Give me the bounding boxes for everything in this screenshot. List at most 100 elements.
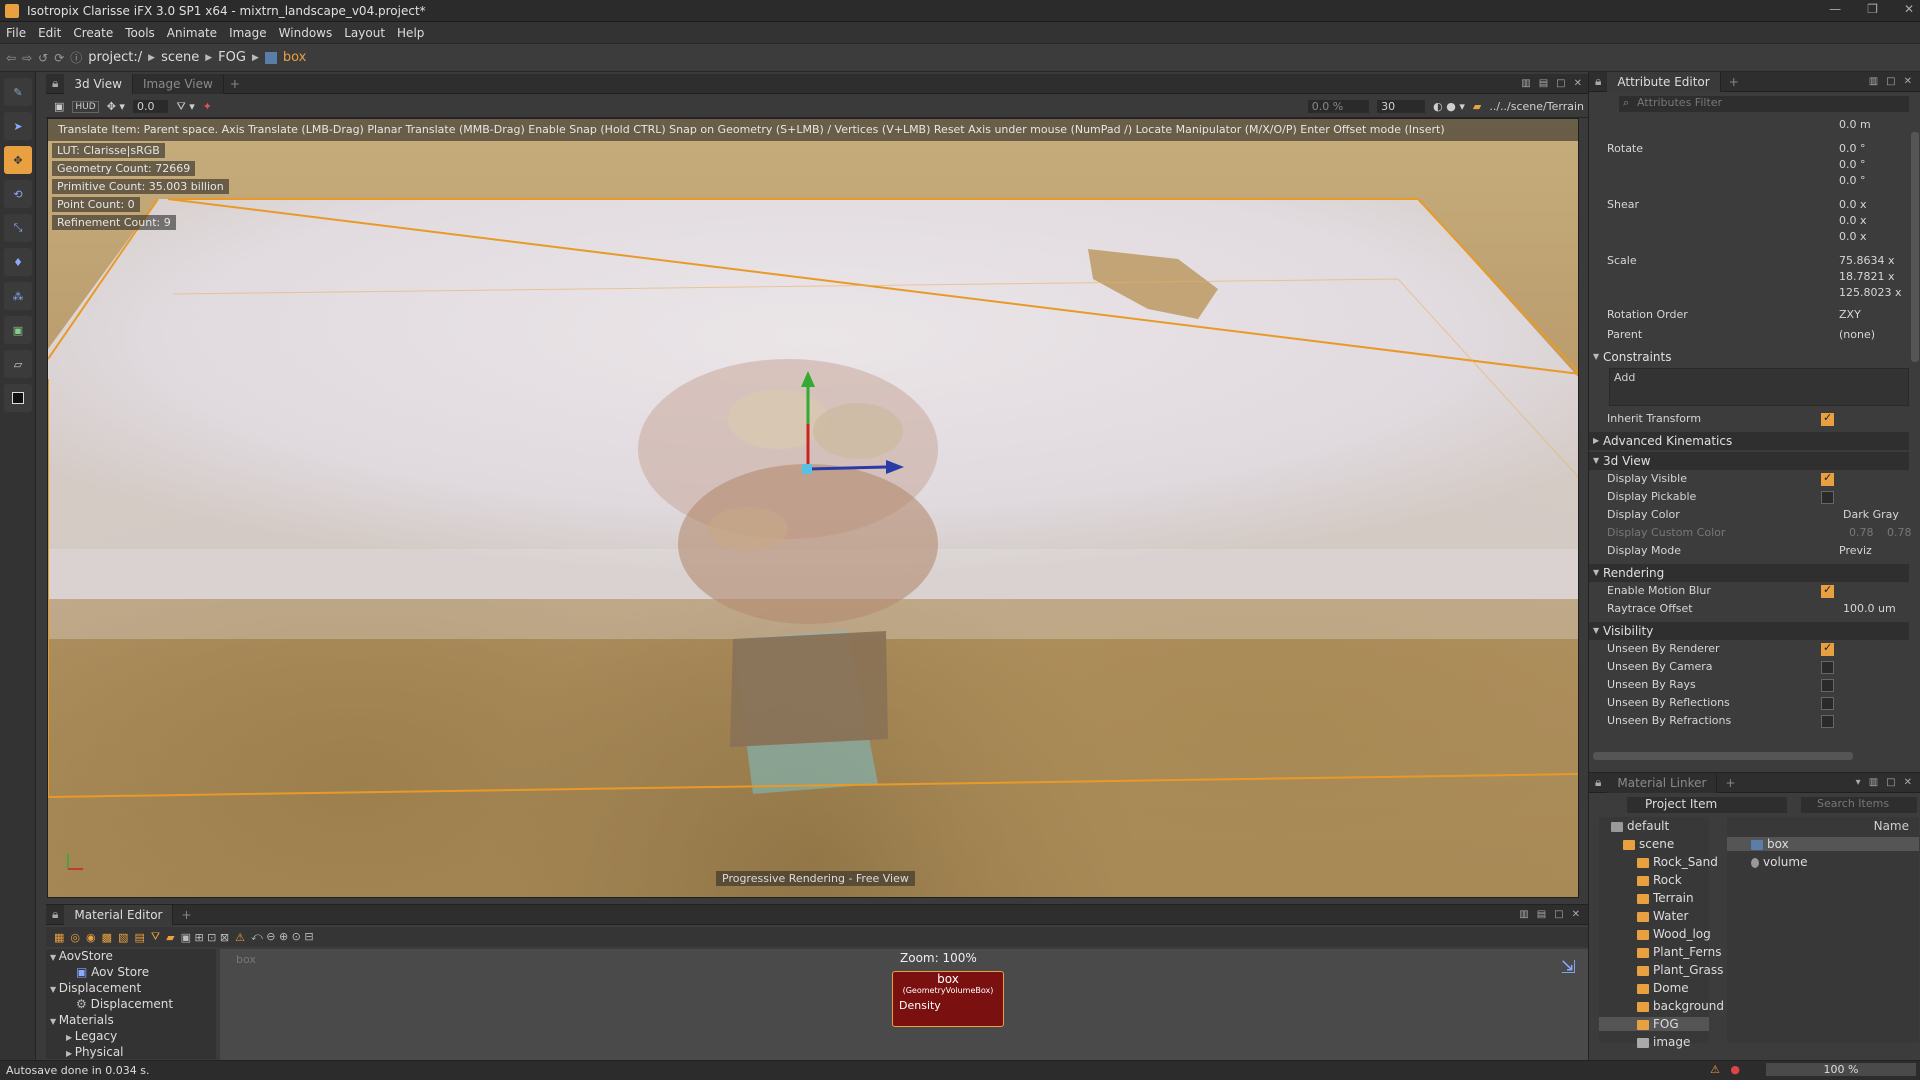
shear-y-value[interactable]: 0.0 x [1839, 214, 1867, 227]
eyedropper-tool-icon[interactable]: ✎ [4, 78, 32, 106]
menu-help[interactable]: Help [397, 26, 424, 40]
tree-item-fog[interactable]: FOG [1599, 1017, 1709, 1031]
color-swatch-icon[interactable] [4, 384, 32, 412]
eraser-tool-icon[interactable]: ▱ [4, 350, 32, 378]
gizmo-center[interactable] [802, 464, 812, 474]
tree-item-dome[interactable]: Dome [1637, 981, 1689, 995]
tab-material-linker[interactable]: Material Linker [1607, 772, 1718, 793]
navigate-icon[interactable]: ⤺ ⊖ ⊕ ⊙ ⊟ [251, 930, 314, 944]
forward-arrow-icon[interactable]: ⇨ [22, 51, 32, 65]
node-graph[interactable]: box Zoom: 100% box (GeometryVolumeBox) D… [220, 949, 1588, 1061]
raytrace-offset-field[interactable]: 100.0 um [1843, 602, 1896, 615]
translate-z-value[interactable]: 0.0 m [1839, 118, 1871, 131]
tree-item-plant-ferns[interactable]: Plant_Ferns [1637, 945, 1721, 959]
close-panel-icon[interactable]: ✕ [1574, 78, 1582, 89]
3d-view-section[interactable]: ▼ 3d View [1589, 452, 1909, 470]
shear-z-value[interactable]: 0.0 x [1839, 230, 1867, 243]
tree-item-background[interactable]: background [1637, 999, 1724, 1013]
gizmo-x-axis[interactable] [807, 465, 887, 471]
add-tab-icon[interactable]: + [224, 77, 246, 91]
tree-item-materials[interactable]: ▼ Materials [50, 1013, 114, 1027]
tree-item-displacement-group[interactable]: ▼ Displacement [50, 981, 141, 995]
rendering-section[interactable]: ▼ Rendering [1589, 564, 1909, 582]
unseen-by-camera-checkbox[interactable] [1821, 661, 1834, 674]
breadcrumb-fog[interactable]: FOG [218, 50, 246, 65]
menu-edit[interactable]: Edit [38, 26, 61, 40]
inherit-transform-checkbox[interactable] [1821, 411, 1834, 426]
manipulator-icon[interactable]: ✥ ▾ [107, 100, 125, 113]
menu-tools[interactable]: Tools [125, 26, 155, 40]
tree-item-wood-log[interactable]: Wood_log [1637, 927, 1711, 941]
camera-tool-icon[interactable]: ▣ [4, 316, 32, 344]
scale-tool-icon[interactable]: ⤡ [4, 214, 32, 242]
tree-item-rock-sand[interactable]: Rock_Sand [1637, 855, 1718, 869]
tree-item-aov-store[interactable]: ▣ Aov Store [76, 965, 149, 979]
parent-field[interactable]: (none) [1839, 328, 1875, 341]
tree-item-displacement[interactable]: ⚙ Displacement [76, 997, 173, 1011]
maximize-panel-icon[interactable]: □ [1554, 909, 1563, 920]
pct-field[interactable]: 0.0 % [1307, 100, 1370, 113]
add-tab-icon[interactable]: + [173, 908, 199, 922]
menu-animate[interactable]: Animate [167, 26, 217, 40]
node-tool-icon[interactable]: ▩ [102, 931, 112, 944]
menu-file[interactable]: File [6, 26, 26, 40]
tree-item-legacy[interactable]: ▶ Legacy [66, 1029, 117, 1043]
display-pickable-checkbox[interactable] [1821, 491, 1834, 504]
lock-icon[interactable]: 🔒︎ [46, 76, 64, 91]
breadcrumb-project[interactable]: project:/ [88, 50, 142, 65]
menu-windows[interactable]: Windows [279, 26, 333, 40]
tree-item-image[interactable]: image [1637, 1035, 1690, 1049]
unseen-by-refractions-checkbox[interactable] [1821, 715, 1834, 728]
tab-material-editor[interactable]: Material Editor [64, 904, 174, 925]
display-color-select[interactable]: Dark Gray [1843, 508, 1899, 521]
layout-split-icon[interactable]: ▥ [1519, 909, 1528, 920]
node-port-density[interactable]: Density [893, 999, 1003, 1012]
scale-x-value[interactable]: 75.8634 x [1839, 254, 1895, 267]
node-tool-icon[interactable]: ◎ [70, 931, 80, 944]
back-arrow-icon[interactable]: ⇦ [6, 51, 16, 65]
attribute-scrollbar[interactable] [1911, 132, 1919, 362]
minimize-icon[interactable]: — [1829, 2, 1841, 16]
menu-image[interactable]: Image [229, 26, 267, 40]
rotation-order-select[interactable]: ZXY [1839, 308, 1861, 321]
history-icon[interactable]: ↺ [38, 51, 48, 65]
navigator-icon[interactable]: ⇲ [1561, 957, 1576, 978]
breadcrumb-box[interactable]: box [283, 50, 307, 65]
list-item-volume[interactable]: volume [1751, 855, 1807, 869]
unseen-by-rays-checkbox[interactable] [1821, 679, 1834, 692]
rotate-z-value[interactable]: 0.0 ° [1839, 174, 1866, 187]
error-icon[interactable]: ● [1730, 1063, 1740, 1076]
unseen-by-renderer-checkbox[interactable] [1821, 641, 1834, 656]
paint-tool-icon[interactable]: ♦ [4, 248, 32, 276]
scatter-tool-icon[interactable]: ⁂ [4, 282, 32, 310]
tree-item-default[interactable]: default [1611, 819, 1669, 833]
node-tool-icon[interactable]: ▦ [54, 931, 64, 944]
tab-3d-view[interactable]: 3d View [64, 73, 133, 94]
3d-viewport[interactable]: Translate Item: Parent space. Axis Trans… [47, 118, 1579, 898]
rotate-y-value[interactable]: 0.0 ° [1839, 158, 1866, 171]
breadcrumb-scene[interactable]: scene [161, 50, 199, 65]
maximize-panel-icon[interactable]: □ [1556, 78, 1565, 89]
tree-item-plant-grass[interactable]: Plant_Grass [1637, 963, 1723, 977]
tab-image-view[interactable]: Image View [132, 73, 224, 94]
scale-z-value[interactable]: 125.8023 x [1839, 286, 1902, 299]
select-tool-icon[interactable]: ➤ [4, 112, 32, 140]
close-icon[interactable]: ✕ [1904, 2, 1914, 16]
list-item-box[interactable]: box [1727, 837, 1919, 851]
dropdown-icon[interactable]: ▾ [1856, 777, 1861, 788]
box-node[interactable]: box (GeometryVolumeBox) Density [892, 971, 1004, 1027]
rotate-tool-icon[interactable]: ⟲ [4, 180, 32, 208]
tree-item-aovstore[interactable]: ▼ AovStore [50, 949, 113, 963]
layout-split-icon[interactable]: ▥ [1521, 78, 1530, 89]
shear-x-value[interactable]: 0.0 x [1839, 198, 1867, 211]
shading-icon[interactable]: ◐ ● ▾ [1433, 100, 1465, 113]
scale-y-value[interactable]: 18.7821 x [1839, 270, 1895, 283]
tree-item-rock[interactable]: Rock [1637, 873, 1682, 887]
frames-field[interactable]: 30 [1377, 100, 1426, 113]
rotate-x-value[interactable]: 0.0 ° [1839, 142, 1866, 155]
tree-item-terrain[interactable]: Terrain [1637, 891, 1694, 905]
close-panel-icon[interactable]: ✕ [1572, 909, 1580, 920]
constraints-section[interactable]: ▼ Constraints [1589, 348, 1909, 366]
search-items-input[interactable]: Search Items [1801, 797, 1917, 813]
display-visible-checkbox[interactable] [1821, 471, 1834, 486]
